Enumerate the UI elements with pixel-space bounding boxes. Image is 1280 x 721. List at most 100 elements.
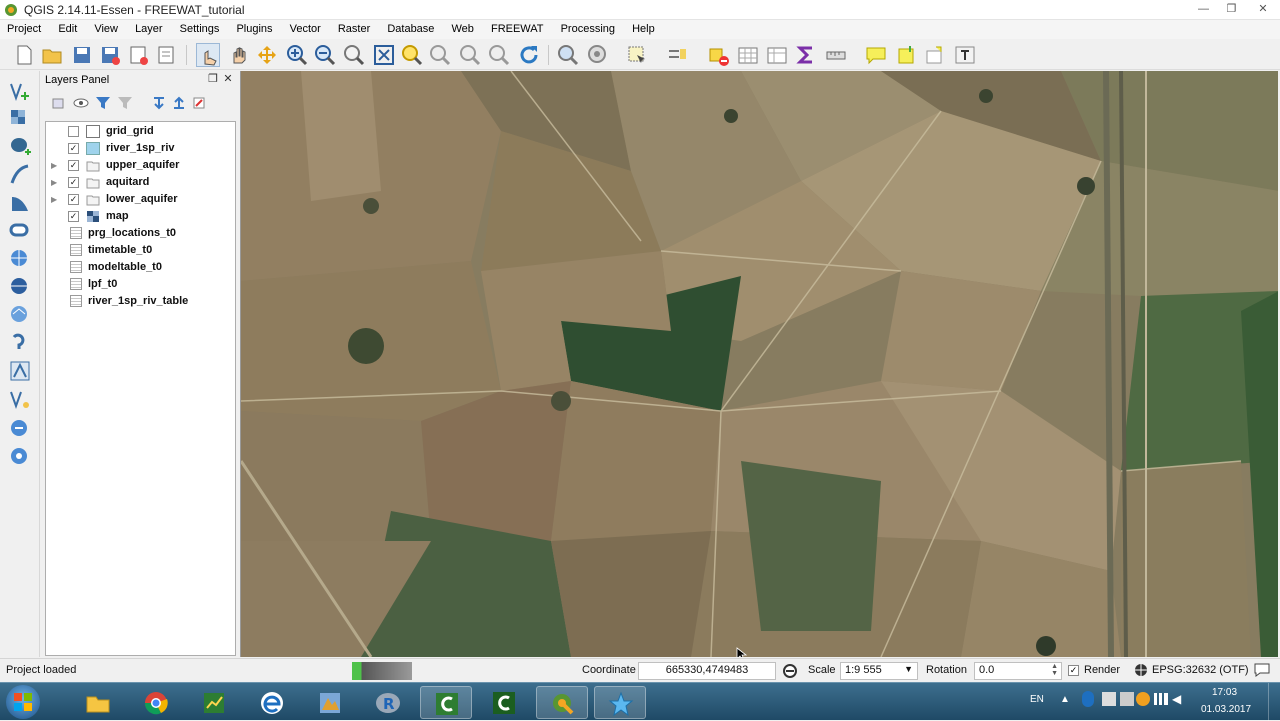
menu-help[interactable]: Help (625, 20, 662, 38)
layer-row-river-1sp-riv[interactable]: ✓ river_1sp_riv (46, 140, 235, 157)
menu-vector[interactable]: Vector (283, 20, 328, 38)
layer-visibility-checkbox[interactable] (68, 126, 79, 137)
taskbar-chrome[interactable] (130, 686, 182, 719)
taskbar-explorer[interactable] (72, 686, 124, 719)
menu-view[interactable]: View (87, 20, 125, 38)
measure-line-icon[interactable] (824, 43, 848, 67)
taskbar-map-app[interactable] (304, 686, 356, 719)
minimize-button[interactable]: — (1190, 1, 1217, 18)
expand-arrow-icon[interactable]: ▶ (51, 161, 57, 170)
refresh-icon[interactable] (517, 43, 541, 67)
new-project-icon[interactable] (12, 43, 36, 67)
menu-settings[interactable]: Settings (173, 20, 227, 38)
menu-database[interactable]: Database (380, 20, 441, 38)
zoom-full-icon[interactable] (372, 43, 396, 67)
panel-float-icon[interactable]: ❐ (207, 73, 219, 85)
expand-arrow-icon[interactable]: ▶ (51, 195, 57, 204)
layer-row-map[interactable]: ✓ map (46, 208, 235, 225)
add-wcs-layer-icon[interactable] (8, 275, 32, 299)
add-wfs-layer-icon[interactable] (8, 303, 32, 327)
maximize-button[interactable]: ❐ (1218, 1, 1245, 18)
layer-visibility-checkbox[interactable]: ✓ (68, 160, 79, 171)
add-wms-tile-icon[interactable] (8, 417, 32, 441)
layer-visibility-checkbox[interactable]: ✓ (68, 177, 79, 188)
security-icon[interactable] (1102, 692, 1116, 706)
usb-icon[interactable] (1120, 692, 1134, 706)
filter-legend-icon[interactable] (95, 95, 111, 111)
start-button[interactable] (6, 685, 40, 719)
table-row-timetable-t0[interactable]: timetable_t0 (46, 242, 235, 259)
save-project-icon[interactable] (70, 43, 94, 67)
deselect-features-icon[interactable] (706, 43, 730, 67)
add-postgis-layer-icon[interactable] (8, 135, 32, 159)
map-canvas[interactable] (240, 71, 1278, 657)
crs-status[interactable]: EPSG:32632 (OTF) (1152, 664, 1249, 676)
composer-manager-icon[interactable] (154, 43, 178, 67)
pan-to-selection-icon[interactable] (255, 43, 279, 67)
rotation-spinbox[interactable]: 0.0 ▲ ▼ (974, 662, 1062, 680)
taskbar-qgis[interactable] (536, 686, 588, 719)
volume-icon[interactable]: ◀ (1172, 692, 1186, 706)
layer-row-upper-aquifer[interactable]: ▶ ✓ upper_aquifer (46, 157, 235, 174)
field-calculator-icon[interactable] (765, 43, 789, 67)
add-virtual-layer-icon[interactable] (8, 359, 32, 383)
panel-close-icon[interactable]: ✕ (222, 73, 234, 85)
coordinate-field[interactable]: 665330,4749483 (638, 662, 776, 680)
remove-layer-icon[interactable] (191, 95, 207, 111)
select-features-icon[interactable] (625, 43, 649, 67)
menu-project[interactable]: Project (0, 20, 48, 38)
show-hidden-icons-icon[interactable]: ▲ (1060, 694, 1070, 705)
clock-date[interactable]: 01.03.2017 (1201, 704, 1251, 715)
save-as-icon[interactable] (98, 43, 122, 67)
select-by-value-icon[interactable] (665, 43, 689, 67)
text-annotation-icon[interactable] (953, 43, 977, 67)
taskbar-browser[interactable] (246, 686, 298, 719)
manage-visibility-icon[interactable] (73, 95, 89, 111)
menu-raster[interactable]: Raster (331, 20, 377, 38)
updates-icon[interactable] (1136, 692, 1150, 706)
identify-features-icon[interactable] (556, 43, 580, 67)
network-icon[interactable] (1154, 693, 1168, 705)
bluetooth-icon[interactable] (1082, 691, 1094, 707)
language-indicator[interactable]: EN (1030, 694, 1044, 705)
table-row-prg-locations-t0[interactable]: prg_locations_t0 (46, 225, 235, 242)
layer-row-grid-grid[interactable]: grid_grid (46, 123, 235, 140)
menu-plugins[interactable]: Plugins (229, 20, 279, 38)
open-attribute-table-icon[interactable] (736, 43, 760, 67)
touch-zoom-pan-icon[interactable] (196, 43, 220, 67)
taskbar-chart-app[interactable] (188, 686, 240, 719)
zoom-out-icon[interactable] (313, 43, 337, 67)
menu-web[interactable]: Web (444, 20, 480, 38)
zoom-to-selection-icon[interactable] (400, 43, 424, 67)
layer-row-aquitard[interactable]: ▶ ✓ aquitard (46, 174, 235, 191)
zoom-in-icon[interactable] (285, 43, 309, 67)
filter-by-expression-icon[interactable] (117, 95, 133, 111)
table-row-lpf-t0[interactable]: lpf_t0 (46, 276, 235, 293)
taskbar-app-c1[interactable] (420, 686, 472, 719)
scale-select[interactable]: 1:9 555 ▼ (840, 662, 918, 680)
collapse-all-icon[interactable] (171, 95, 187, 111)
zoom-native-resolution-icon[interactable] (342, 43, 366, 67)
menu-layer[interactable]: Layer (128, 20, 170, 38)
expand-all-icon[interactable] (151, 95, 167, 111)
toggle-extents-icon[interactable] (782, 663, 798, 679)
layer-row-lower-aquifer[interactable]: ▶ ✓ lower_aquifer (46, 191, 235, 208)
zoom-to-layer-icon[interactable] (428, 43, 452, 67)
taskbar-app-c2[interactable] (478, 686, 530, 719)
map-tips-icon[interactable] (864, 43, 888, 67)
pan-map-icon[interactable] (227, 43, 251, 67)
add-raster-layer-icon[interactable] (8, 107, 32, 131)
layer-visibility-checkbox[interactable]: ✓ (68, 211, 79, 222)
taskbar-star-app[interactable] (594, 686, 646, 719)
menu-freewat[interactable]: FREEWAT (484, 20, 551, 38)
zoom-last-icon[interactable] (458, 43, 482, 67)
crs-globe-icon[interactable] (1134, 663, 1148, 677)
clock-time[interactable]: 17:03 (1212, 687, 1237, 698)
open-project-icon[interactable] (40, 43, 64, 67)
messages-icon[interactable] (1254, 663, 1270, 677)
run-feature-action-icon[interactable] (586, 43, 610, 67)
zoom-next-icon[interactable] (487, 43, 511, 67)
close-button[interactable]: ✕ (1248, 1, 1278, 18)
table-row-modeltable-t0[interactable]: modeltable_t0 (46, 259, 235, 276)
add-oracle-layer-icon[interactable] (8, 219, 32, 243)
